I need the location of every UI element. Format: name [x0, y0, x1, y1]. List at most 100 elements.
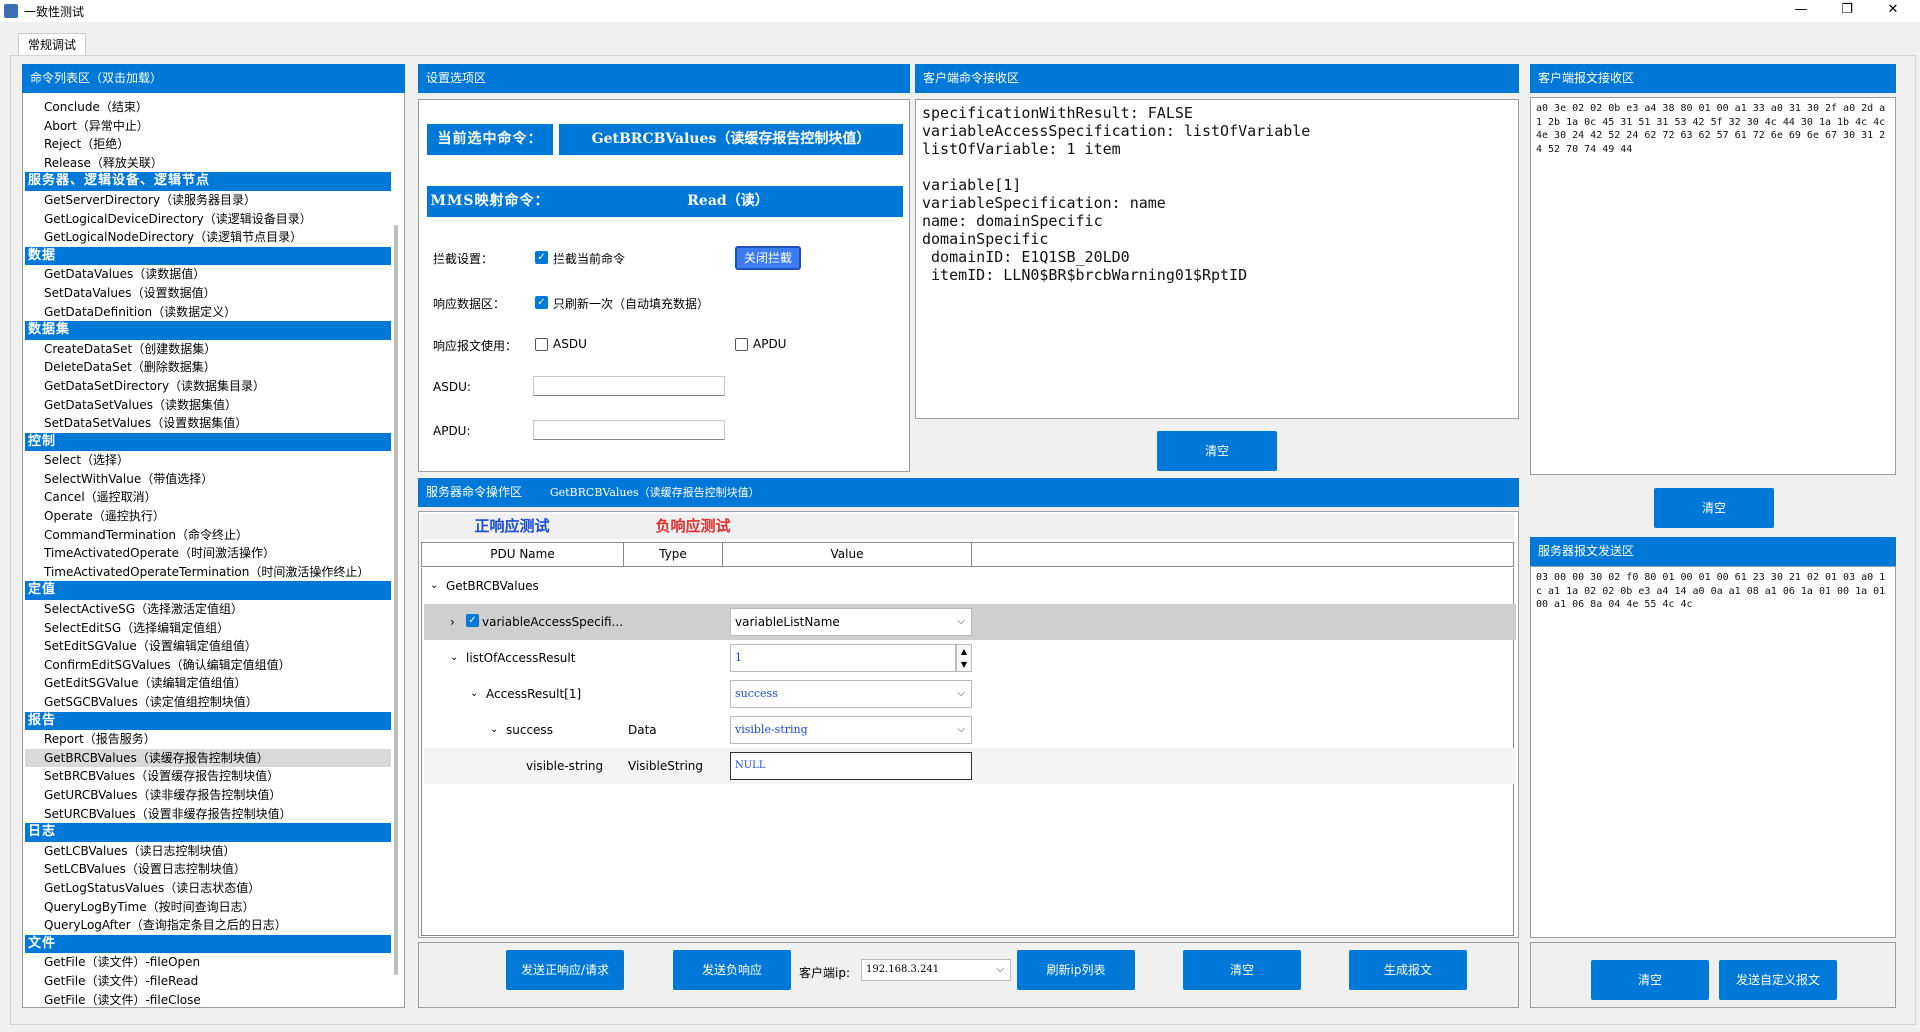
- command-list-item[interactable]: SetEditSGValue（设置编辑定值组值）: [25, 637, 391, 656]
- column-pdu-name[interactable]: PDU Name: [421, 542, 624, 567]
- server-send-clear-button[interactable]: 清空: [1591, 960, 1709, 1000]
- maximize-button[interactable]: ❐: [1824, 0, 1870, 22]
- success-label: success: [506, 723, 553, 737]
- chevron-down-icon[interactable]: ⌄: [430, 568, 438, 604]
- server-send-hex[interactable]: 03 00 00 30 02 f0 80 01 00 01 00 61 23 3…: [1530, 566, 1896, 938]
- command-list-item[interactable]: DeleteDataSet（删除数据集）: [25, 358, 391, 377]
- command-list-item[interactable]: GetDataDefinition（读数据定义）: [25, 303, 391, 322]
- command-list-item[interactable]: SetURCBValues（设置非缓存报告控制块值）: [25, 805, 391, 824]
- command-list-item[interactable]: Reject（拒绝）: [25, 135, 391, 154]
- command-list-item[interactable]: SetDataSetValues（设置数据集值）: [25, 414, 391, 433]
- command-list-item[interactable]: GetDataSetValues（读数据集值）: [25, 396, 391, 415]
- spin-arrows-icon[interactable]: ▲ ▼: [956, 644, 972, 672]
- command-group-header: 控制: [25, 432, 391, 452]
- current-cmd-value: GetBRCBValues（读缓存报告控制块值）: [559, 124, 903, 155]
- server-send-title: 服务器报文发送区: [1530, 537, 1896, 566]
- chevron-down-icon[interactable]: ⌄: [490, 712, 498, 748]
- list-access-spinbox[interactable]: 1: [730, 644, 956, 672]
- command-list-item[interactable]: Abort（异常中止）: [25, 117, 391, 136]
- intercept-checkbox[interactable]: ✓: [535, 251, 548, 264]
- asdu-input[interactable]: [533, 376, 725, 396]
- command-list-item[interactable]: GetFile（读文件）-fileRead: [25, 972, 391, 991]
- command-list-item[interactable]: Report（报告服务）: [25, 730, 391, 749]
- tab-positive-response[interactable]: 正响应测试: [421, 514, 603, 539]
- column-type[interactable]: Type: [623, 542, 723, 567]
- generate-packet-button[interactable]: 生成报文: [1349, 950, 1467, 990]
- command-list-item[interactable]: SelectEditSG（选择编辑定值组）: [25, 619, 391, 638]
- refresh-once-checkbox[interactable]: ✓: [535, 296, 548, 309]
- command-list-item[interactable]: SetLCBValues（设置日志控制块值）: [25, 860, 391, 879]
- asdu-checkbox[interactable]: [535, 338, 548, 351]
- command-list-item[interactable]: GetDataValues（读数据值）: [25, 265, 391, 284]
- var-access-checkbox[interactable]: ✓: [466, 614, 479, 627]
- command-list-item[interactable]: SetDataValues（设置数据值）: [25, 284, 391, 303]
- command-list-item[interactable]: QueryLogAfter（查询指定条目之后的日志）: [25, 916, 391, 935]
- command-list-item[interactable]: Operate（遥控执行）: [25, 507, 391, 526]
- send-custom-packet-button[interactable]: 发送自定义报文: [1719, 960, 1837, 1000]
- chevron-down-icon[interactable]: ⌄: [450, 640, 458, 676]
- column-value[interactable]: Value: [722, 542, 972, 567]
- command-list-item[interactable]: TimeActivatedOperateTermination（时间激活操作终止…: [25, 563, 391, 582]
- tree-row-access-result[interactable]: ⌄ AccessResult[1] success ⌵: [424, 676, 1516, 712]
- command-list-item[interactable]: Cancel（遥控取消）: [25, 488, 391, 507]
- command-list-item[interactable]: Conclude（结束）: [25, 98, 391, 117]
- bottom-clear-button[interactable]: 清空: [1183, 950, 1301, 990]
- command-list-item[interactable]: QueryLogByTime（按时间查询日志）: [25, 898, 391, 917]
- access-result-combo[interactable]: success ⌵: [730, 680, 972, 708]
- visible-string-input[interactable]: NULL: [730, 752, 972, 780]
- command-list-item[interactable]: GetURCBValues（读非缓存报告控制块值）: [25, 786, 391, 805]
- tree-row-success[interactable]: ⌄ success Data visible-string ⌵: [424, 712, 1516, 748]
- command-list-item[interactable]: Release（释放关联）: [25, 154, 391, 173]
- command-list-item[interactable]: GetBRCBValues（读缓存报告控制块值）: [25, 748, 391, 768]
- tree-row-root[interactable]: ⌄ GetBRCBValues: [424, 568, 1516, 604]
- var-access-combo[interactable]: variableListName ⌵: [730, 608, 972, 636]
- command-list-item[interactable]: GetLCBValues（读日志控制块值）: [25, 842, 391, 861]
- server-send-panel: 服务器报文发送区: [1530, 537, 1896, 566]
- command-list-item[interactable]: GetSGCBValues（读定值组控制块值）: [25, 693, 391, 712]
- tab-strip-fill: [783, 514, 1514, 539]
- command-list-item[interactable]: GetLogicalNodeDirectory（读逻辑节点目录）: [25, 228, 391, 247]
- chevron-down-icon: ⌵: [996, 964, 1004, 975]
- apdu-input[interactable]: [533, 420, 725, 440]
- command-list-item[interactable]: GetDataSetDirectory（读数据集目录）: [25, 377, 391, 396]
- command-list-item[interactable]: SetBRCBValues（设置缓存报告控制块值）: [25, 767, 391, 786]
- tab-negative-response[interactable]: 负响应测试: [603, 514, 783, 539]
- command-list-item[interactable]: TimeActivatedOperate（时间激活操作）: [25, 544, 391, 563]
- settings-body: 当前选中命令： GetBRCBValues（读缓存报告控制块值） MMS映射命令…: [418, 99, 910, 472]
- tree-row-visible-string[interactable]: visible-string VisibleString NULL: [424, 748, 1516, 784]
- command-list-item[interactable]: GetFile（读文件）-fileOpen: [25, 953, 391, 972]
- command-list-item[interactable]: GetServerDirectory（读服务器目录）: [25, 191, 391, 210]
- tree-row-list-access[interactable]: ⌄ listOfAccessResult 1 ▲ ▼: [424, 640, 1516, 676]
- command-list-item[interactable]: Select（选择）: [25, 451, 391, 470]
- command-list-item[interactable]: GetEditSGValue（读编辑定值组值）: [25, 674, 391, 693]
- command-list-item[interactable]: GetLogStatusValues（读日志状态值）: [25, 879, 391, 898]
- command-list-item[interactable]: SelectWithValue（带值选择）: [25, 470, 391, 489]
- command-list-item[interactable]: GetLogicalDeviceDirectory（读逻辑设备目录）: [25, 210, 391, 229]
- command-list-item[interactable]: GetFile（读文件）-fileClose: [25, 991, 391, 1007]
- command-list-item[interactable]: SelectActiveSG（选择激活定值组）: [25, 600, 391, 619]
- client-command-clear-button[interactable]: 清空: [1157, 431, 1277, 471]
- chevron-down-icon[interactable]: ⌄: [470, 676, 478, 712]
- apdu-checkbox[interactable]: [735, 338, 748, 351]
- command-list-item[interactable]: CommandTermination（命令终止）: [25, 526, 391, 545]
- close-button[interactable]: ✕: [1870, 0, 1916, 22]
- send-negative-button[interactable]: 发送负响应: [673, 950, 791, 990]
- client-packet-clear-button[interactable]: 清空: [1654, 488, 1774, 528]
- command-list-item[interactable]: CreateDataSet（创建数据集）: [25, 340, 391, 359]
- refresh-ip-button[interactable]: 刷新ip列表: [1017, 950, 1135, 990]
- command-group-header: 报告: [25, 711, 391, 731]
- client-ip-select[interactable]: 192.168.3.241 ⌵: [861, 959, 1011, 981]
- tab-regular-debug[interactable]: 常规调试: [18, 33, 86, 55]
- command-list-scrollbar[interactable]: [394, 225, 398, 975]
- client-packet-hex[interactable]: a0 3e 02 02 0b e3 a4 38 80 01 00 a1 33 a…: [1530, 97, 1896, 475]
- var-access-combo-value: variableListName: [735, 615, 840, 629]
- client-command-text[interactable]: specificationWithResult: FALSE variableA…: [915, 99, 1519, 419]
- tree-row-var-access[interactable]: › ✓ variableAccessSpecifi... variableLis…: [424, 604, 1516, 640]
- close-intercept-button[interactable]: 关闭拦截: [735, 246, 801, 270]
- chevron-right-icon[interactable]: ›: [450, 604, 455, 640]
- send-positive-button[interactable]: 发送正响应/请求: [506, 950, 624, 990]
- command-list-item[interactable]: ConfirmEditSGValues（确认编辑定值组值）: [25, 656, 391, 675]
- success-combo[interactable]: visible-string ⌵: [730, 716, 972, 744]
- minimize-button[interactable]: —: [1778, 0, 1824, 22]
- mms-label: MMS映射命令：: [427, 186, 553, 217]
